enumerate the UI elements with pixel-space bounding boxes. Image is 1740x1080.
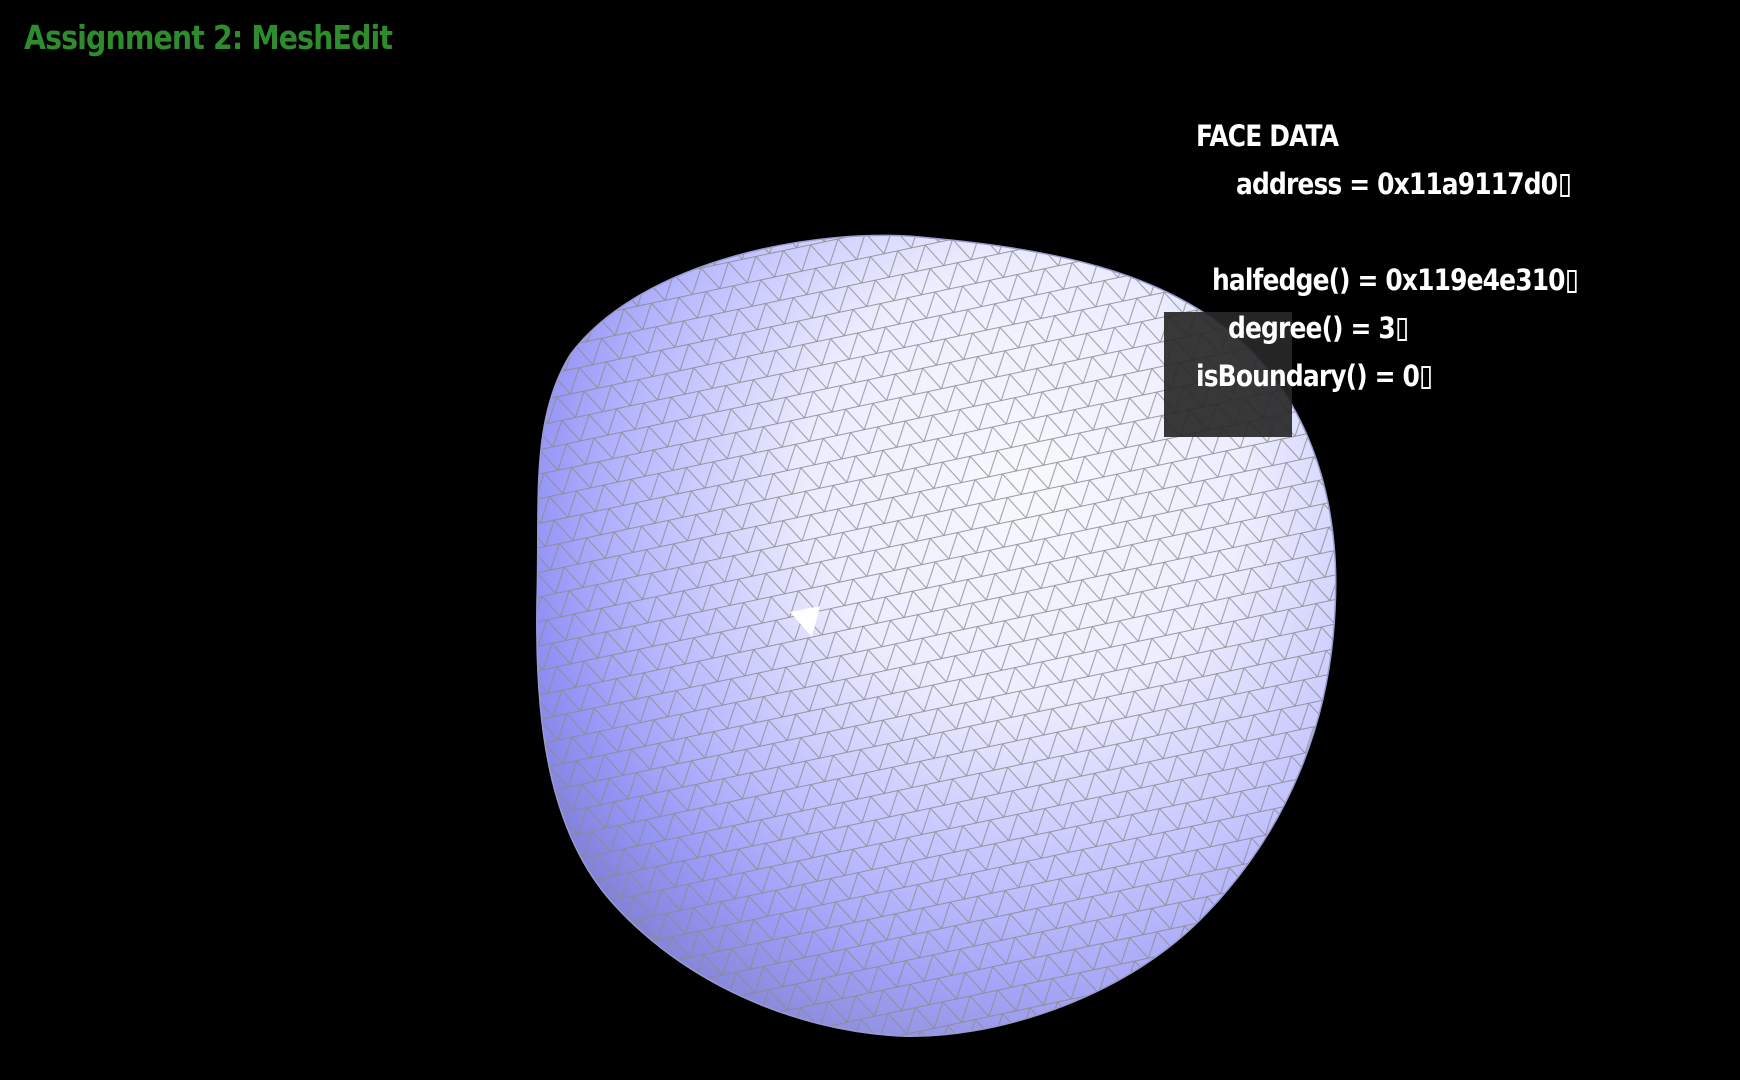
face-data-panel: FACE DATA address = 0x11a9117d0 halfedge… [1164,115,1577,437]
face-data-degree-row: degree() = 3 [1228,311,1407,345]
box-glyph-icon [1567,270,1577,293]
mesh-viewport[interactable] [0,0,1740,1080]
face-data-boundary-row: isBoundary() = 0 [1196,359,1431,393]
face-data-halfedge-row: halfedge() = 0x119e4e310 [1212,263,1577,297]
face-address-text: address = 0x11a9117d0 [1236,167,1558,201]
app-title: Assignment 2: MeshEdit [24,18,393,57]
box-glyph-icon [1397,318,1407,341]
face-boundary-text: isBoundary() = 0 [1196,359,1420,393]
app-window: Assignment 2: MeshEdit FACE DATA address… [0,0,1740,1080]
face-data-address-row: address = 0x11a9117d0 [1236,167,1570,201]
face-halfedge-text: halfedge() = 0x119e4e310 [1212,263,1566,297]
box-glyph-icon [1559,174,1570,197]
face-degree-text: degree() = 3 [1228,311,1396,345]
mesh-canvas[interactable] [0,0,1740,1080]
face-data-heading: FACE DATA [1196,119,1339,153]
box-glyph-icon [1421,366,1431,389]
